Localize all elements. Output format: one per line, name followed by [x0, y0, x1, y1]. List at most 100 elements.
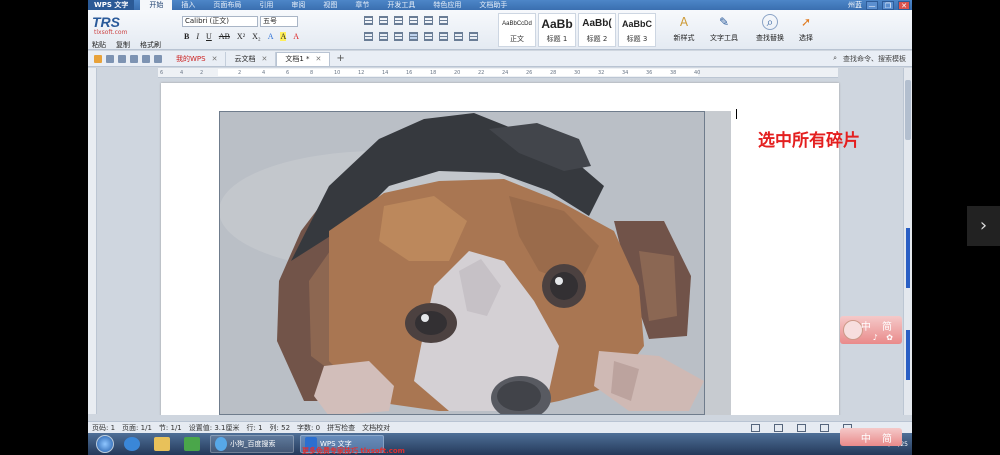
minimize-button[interactable]: — — [866, 0, 878, 10]
style-normal[interactable]: AaBbCcDd 正文 — [498, 13, 536, 47]
print-icon[interactable] — [118, 54, 126, 63]
tab-features[interactable]: 特色应用 — [424, 0, 470, 10]
start-button[interactable] — [96, 435, 114, 453]
preview-icon[interactable] — [130, 54, 138, 63]
tab-cloud-docs[interactable]: 云文档 ✕ — [226, 51, 277, 66]
font-name-select[interactable]: Calibri (正文) — [182, 16, 258, 27]
find-replace-button[interactable]: ⌕ 查找替换 — [750, 14, 790, 43]
line-spacing-icon[interactable] — [439, 32, 448, 41]
command-search[interactable]: ⌕ 查找命令、搜索模板 — [833, 54, 912, 64]
status-spell-check[interactable]: 拼写检查 — [327, 423, 355, 433]
document-page[interactable]: 选中所有碎片 — [161, 83, 860, 415]
tab-page-layout[interactable]: 页面布局 — [204, 0, 250, 10]
font-color-button[interactable]: A — [293, 32, 299, 41]
tab-section[interactable]: 章节 — [346, 0, 378, 10]
horizontal-ruler[interactable]: 6 4 2 2 4 6 8 10 12 14 16 18 20 22 24 26… — [158, 68, 838, 78]
style-heading-1[interactable]: AaBb 标题 1 — [538, 13, 576, 47]
show-marks-icon[interactable] — [439, 16, 448, 25]
close-icon[interactable]: ✕ — [212, 52, 218, 66]
tab-doc-assistant[interactable]: 文档助手 — [470, 0, 516, 10]
sort-icon[interactable] — [424, 16, 433, 25]
tab-document-1[interactable]: 文档1 * ✕ — [276, 51, 331, 66]
tab-view[interactable]: 视图 — [314, 0, 346, 10]
text-tools-button[interactable]: ✎ 文字工具 — [704, 14, 744, 43]
strikethrough-button[interactable]: AB — [219, 32, 230, 41]
ruler-tick: 18 — [430, 70, 437, 76]
open-icon[interactable] — [94, 54, 102, 63]
app-menu-button[interactable]: WPS 文字 — [88, 0, 135, 10]
document-canvas[interactable]: 选中所有碎片 — [97, 79, 903, 415]
save-icon[interactable] — [106, 54, 114, 63]
style-name: 标题 2 — [586, 35, 608, 43]
taskbar-explorer[interactable] — [150, 435, 174, 453]
tab-review[interactable]: 审阅 — [282, 0, 314, 10]
tab-my-wps[interactable]: 我的WPS ✕ — [168, 51, 227, 66]
select-button[interactable]: ➚ 选择 — [786, 14, 826, 43]
superscript-button[interactable]: X² — [237, 32, 245, 41]
dog-image[interactable] — [219, 111, 731, 415]
align-center-icon[interactable] — [379, 32, 388, 41]
ruler-tick: 14 — [382, 70, 389, 76]
tab-home[interactable]: 开始 — [140, 0, 173, 10]
align-left-icon[interactable] — [364, 32, 373, 41]
tab-references[interactable]: 引用 — [250, 0, 282, 10]
style-sample: AaBb( — [582, 18, 612, 29]
outline-view-icon[interactable] — [797, 423, 806, 432]
status-column: 列: 52 — [269, 423, 291, 432]
font-size-select[interactable]: 五号 — [260, 16, 298, 27]
copy-button[interactable]: 复制 — [116, 40, 130, 50]
shading-icon[interactable] — [454, 32, 463, 41]
status-pages: 页面: 1/1 — [122, 423, 152, 432]
web-view-icon[interactable] — [820, 423, 829, 432]
subscript-button[interactable]: X₂ — [252, 32, 261, 41]
ime-toolbar-2[interactable]: 中 简 — [840, 428, 902, 446]
close-button[interactable]: ✕ — [898, 0, 910, 10]
new-style-button[interactable]: A 新样式 — [664, 14, 704, 43]
tab-developer[interactable]: 开发工具 — [378, 0, 424, 10]
italic-button[interactable]: I — [196, 32, 199, 41]
text-effect-button[interactable]: A — [268, 32, 274, 41]
vertical-ruler[interactable] — [88, 68, 97, 414]
browser-icon — [215, 437, 227, 451]
undo-icon[interactable] — [142, 54, 150, 63]
status-bar: 页码: 1 页面: 1/1 节: 1/1 设置值: 3.1厘米 行: 1 列: … — [88, 421, 912, 433]
scrollbar-thumb[interactable] — [905, 80, 911, 140]
trs-logo: TRS — [92, 14, 120, 30]
distribute-icon[interactable] — [424, 32, 433, 41]
bold-button[interactable]: B — [184, 32, 189, 41]
ie-icon — [124, 437, 140, 451]
highlight-button[interactable]: A — [280, 32, 287, 41]
decrease-indent-icon[interactable] — [394, 16, 403, 25]
close-icon[interactable]: ✕ — [261, 52, 267, 66]
ruler-tick: 32 — [598, 70, 605, 76]
paste-button[interactable]: 粘贴 — [92, 40, 106, 50]
status-word-count[interactable]: 字数: 0 — [297, 423, 320, 433]
status-doc-proofread[interactable]: 文档校对 — [362, 423, 390, 433]
format-painter-button[interactable]: 格式刷 — [140, 40, 161, 50]
next-slide-button[interactable]: › — [967, 206, 1000, 246]
numbered-list-icon[interactable] — [379, 16, 388, 25]
justify-icon[interactable] — [409, 32, 418, 41]
underline-button[interactable]: U — [206, 32, 212, 41]
style-heading-2[interactable]: AaBb( 标题 2 — [578, 13, 616, 47]
style-heading-3[interactable]: AaBbC 标题 3 — [618, 13, 656, 47]
user-name[interactable]: 州蓝 — [848, 0, 862, 10]
ime-toolbar[interactable]: 中 简 ♪ ✿ — [840, 316, 902, 344]
bullet-list-icon[interactable] — [364, 16, 373, 25]
taskbar-browser-task[interactable]: 小狗_百度搜索 — [210, 435, 294, 453]
align-right-icon[interactable] — [394, 32, 403, 41]
new-tab-button[interactable]: + — [330, 53, 350, 64]
taskbar-ie[interactable] — [120, 435, 144, 453]
page-view-icon[interactable] — [751, 423, 760, 432]
tab-insert[interactable]: 插入 — [172, 0, 204, 10]
text-tools-label: 文字工具 — [710, 34, 738, 42]
fullscreen-icon[interactable] — [774, 423, 783, 432]
borders-icon[interactable] — [469, 32, 478, 41]
taskbar-media[interactable] — [180, 435, 204, 453]
redo-icon[interactable] — [154, 54, 162, 63]
increase-indent-icon[interactable] — [409, 16, 418, 25]
close-icon[interactable]: ✕ — [316, 52, 322, 66]
ribbon: TRS tlxsoft.com 粘贴 复制 格式刷 Calibri (正文) 五… — [88, 10, 912, 50]
ruler-tick: 4 — [180, 70, 184, 76]
maximize-button[interactable]: ❐ — [882, 0, 894, 10]
